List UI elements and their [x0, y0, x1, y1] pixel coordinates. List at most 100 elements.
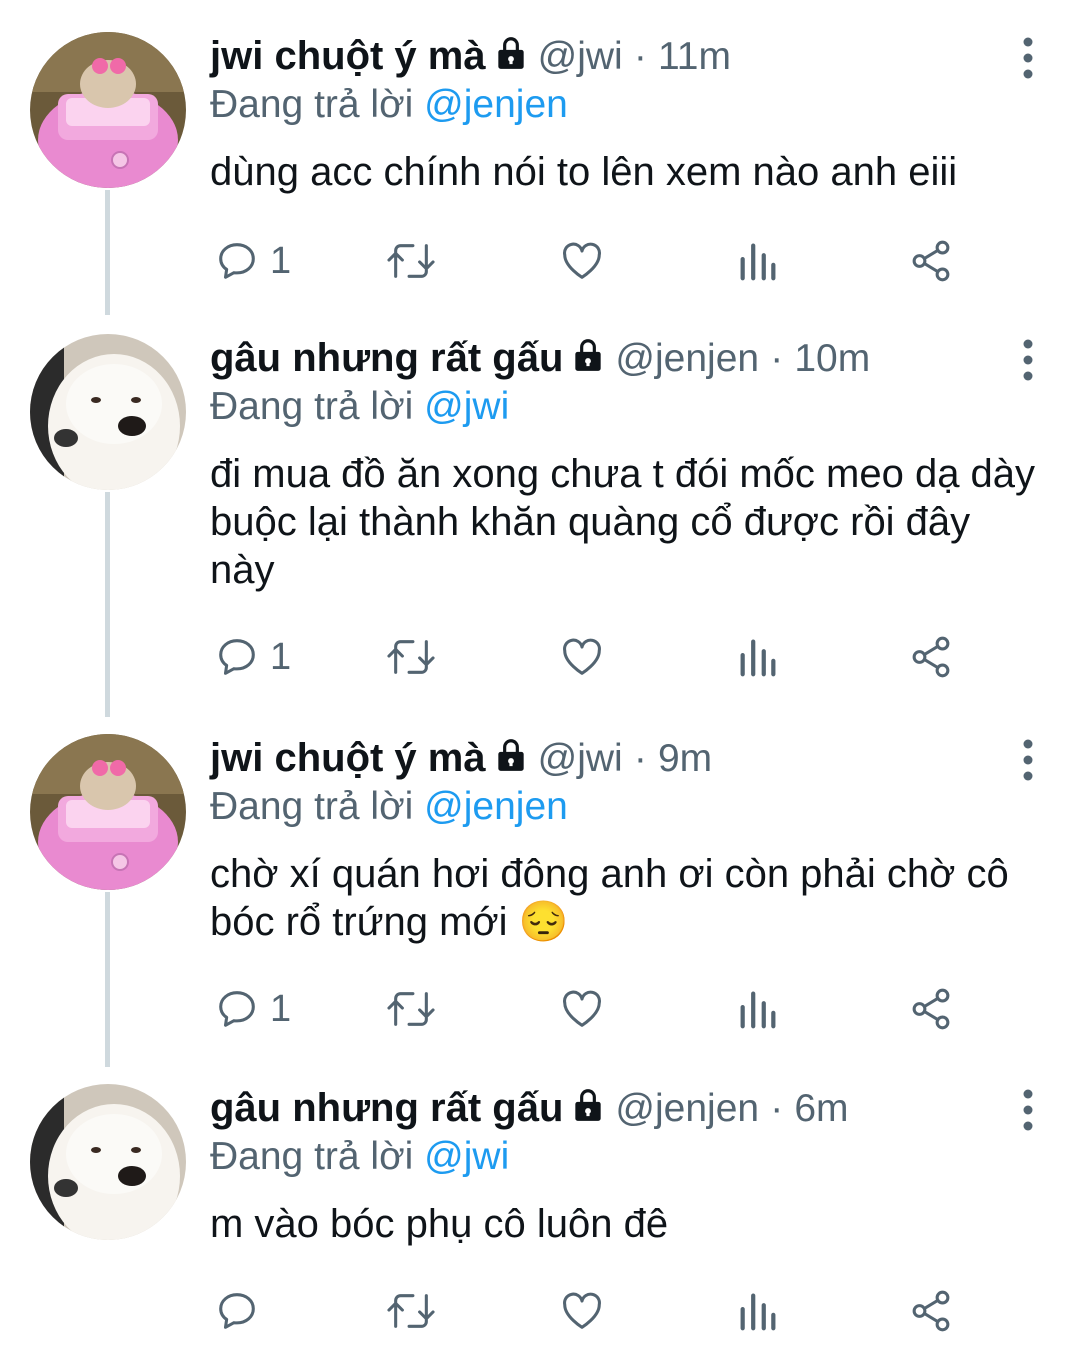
share-button[interactable]: [908, 1286, 954, 1336]
speech-bubble-icon: [219, 991, 255, 1027]
action-bar: 1: [210, 236, 970, 286]
heart-icon: [563, 1292, 601, 1329]
views-button[interactable]: [738, 1286, 778, 1336]
vertical-dots-icon[interactable]: [1018, 34, 1038, 82]
thread-line: [105, 892, 110, 1067]
vertical-dots-icon[interactable]: [1018, 736, 1038, 784]
bar-chart-icon: [740, 639, 776, 677]
tweet-header: jwi chuột ý mà @jwi · 9m: [210, 734, 1040, 782]
retweet-icon: [387, 1294, 435, 1328]
display-name[interactable]: jwi chuột ý mà: [210, 34, 486, 78]
share-icon: [912, 636, 950, 678]
separator-dot: ·: [633, 35, 647, 78]
user-handle[interactable]: @jenjen: [615, 337, 759, 380]
tweet-text: dùng acc chính nói to lên xem nào anh ei…: [210, 150, 958, 194]
display-name[interactable]: gâu nhưng rất gấu: [210, 336, 563, 380]
action-bar: [210, 1286, 970, 1336]
separator-dot: ·: [770, 337, 784, 380]
timestamp[interactable]: 11m: [658, 35, 731, 78]
reply-mention-link[interactable]: @jwi: [424, 385, 509, 428]
reply-prefix: Đang trả lời: [210, 83, 414, 126]
avatar[interactable]: [30, 734, 186, 890]
replying-to: Đang trả lời @jenjen: [210, 80, 1040, 130]
replying-to: Đang trả lời @jwi: [210, 382, 1040, 432]
heart-icon: [563, 242, 601, 279]
avatar[interactable]: [30, 334, 186, 490]
avatar[interactable]: [30, 32, 186, 188]
share-button[interactable]: [908, 984, 954, 1034]
vertical-dots-icon[interactable]: [1018, 1086, 1038, 1134]
tweet-header: jwi chuột ý mà @jwi · 11m: [210, 32, 1040, 80]
reply-mention-link[interactable]: @jenjen: [424, 785, 568, 828]
retweet-icon: [387, 640, 435, 674]
tweet-text: đi mua đồ ăn xong chưa t đói mốc meo dạ …: [210, 452, 1036, 592]
like-button[interactable]: [558, 984, 606, 1034]
reply-prefix: Đang trả lời: [210, 1135, 414, 1178]
reply-count: 1: [270, 987, 292, 1030]
reply-button[interactable]: [214, 1286, 270, 1336]
bar-chart-icon: [740, 1293, 776, 1331]
speech-bubble-icon: [219, 243, 255, 279]
heart-icon: [563, 638, 601, 675]
display-name[interactable]: gâu nhưng rất gấu: [210, 1086, 563, 1130]
share-icon: [912, 988, 950, 1030]
lock-icon: [575, 339, 602, 371]
user-handle[interactable]: @jwi: [538, 35, 623, 78]
hamster-avatar-image: [30, 734, 186, 890]
tweet-body: jwi chuột ý mà @jwi · 9m Đang trả lời @je…: [210, 734, 1040, 946]
display-name[interactable]: jwi chuột ý mà: [210, 736, 486, 780]
reply-prefix: Đang trả lời: [210, 385, 414, 428]
views-button[interactable]: [738, 632, 778, 682]
bar-chart-icon: [740, 991, 776, 1029]
tweet-header: gâu nhưng rất gấu @jenjen · 10m: [210, 334, 1040, 382]
tweet-text: m vào bóc phụ cô luôn đê: [210, 1202, 669, 1246]
reply-mention-link[interactable]: @jenjen: [424, 83, 568, 126]
tweet-body: gâu nhưng rất gấu @jenjen · 6m Đang trả l…: [210, 1084, 1040, 1248]
avatar[interactable]: [30, 1084, 186, 1240]
like-button[interactable]: [558, 236, 606, 286]
action-bar: 1: [210, 984, 970, 1034]
like-button[interactable]: [558, 632, 606, 682]
reply-button[interactable]: 1: [214, 984, 291, 1034]
reply-count: 1: [270, 239, 292, 282]
speech-bubble-icon: [219, 639, 255, 675]
dog-avatar-image: [30, 1084, 186, 1240]
bar-chart-icon: [740, 243, 776, 281]
retweet-button[interactable]: [384, 1286, 438, 1336]
timestamp[interactable]: 10m: [794, 337, 870, 380]
tweet-body: jwi chuột ý mà @jwi · 11m Đang trả lời @j…: [210, 32, 1040, 196]
separator-dot: ·: [633, 737, 647, 780]
separator-dot: ·: [770, 1087, 784, 1130]
lock-icon: [497, 739, 524, 771]
views-button[interactable]: [738, 984, 778, 1034]
hamster-avatar-image: [30, 32, 186, 188]
retweet-button[interactable]: [384, 632, 438, 682]
share-button[interactable]: [908, 236, 954, 286]
like-button[interactable]: [558, 1286, 606, 1336]
reply-button[interactable]: 1: [214, 632, 291, 682]
views-button[interactable]: [738, 236, 778, 286]
share-icon: [912, 1290, 950, 1332]
retweet-button[interactable]: [384, 236, 438, 286]
timestamp[interactable]: 9m: [658, 737, 712, 780]
share-button[interactable]: [908, 632, 954, 682]
user-handle[interactable]: @jwi: [538, 737, 623, 780]
speech-bubble-icon: [219, 1293, 255, 1329]
retweet-button[interactable]: [384, 984, 438, 1034]
reply-mention-link[interactable]: @jwi: [424, 1135, 509, 1178]
user-handle[interactable]: @jenjen: [615, 1087, 759, 1130]
reply-count: 1: [270, 635, 292, 678]
tweet-header: gâu nhưng rất gấu @jenjen · 6m: [210, 1084, 1040, 1132]
action-bar: 1: [210, 632, 970, 682]
timestamp[interactable]: 6m: [794, 1087, 848, 1130]
thread-line: [105, 190, 110, 315]
lock-icon: [497, 37, 524, 69]
reply-button[interactable]: 1: [214, 236, 291, 286]
retweet-icon: [387, 992, 435, 1026]
tweet-body: gâu nhưng rất gấu @jenjen · 10m Đang trả …: [210, 334, 1040, 594]
lock-icon: [575, 1089, 602, 1121]
retweet-icon: [387, 244, 435, 278]
replying-to: Đang trả lời @jwi: [210, 1132, 1040, 1182]
tweet-text: chờ xí quán hơi đông anh ơi còn phải chờ…: [210, 852, 1009, 944]
vertical-dots-icon[interactable]: [1018, 336, 1038, 384]
